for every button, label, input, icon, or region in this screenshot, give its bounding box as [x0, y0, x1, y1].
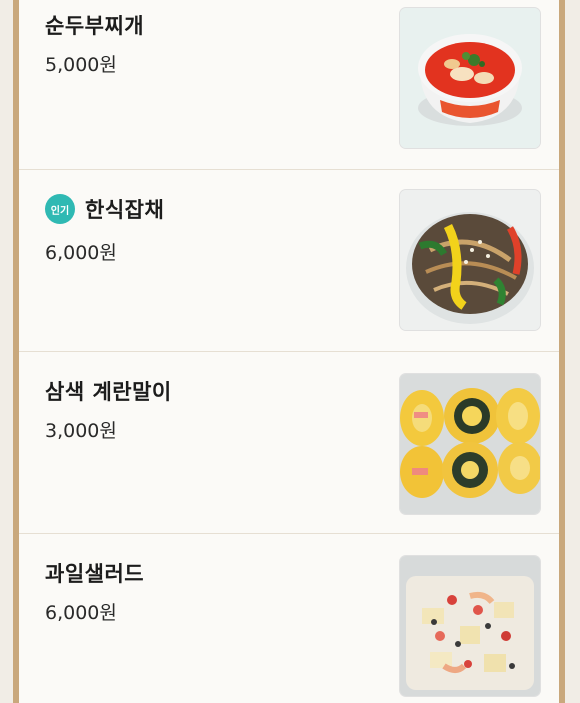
menu-item-price: 6,000원 [45, 602, 117, 624]
rolled-omelette-image [400, 374, 540, 514]
menu-item-name: 한식잡채 [85, 198, 165, 222]
menu-item-name: 삼색 계란말이 [45, 380, 172, 404]
menu-item-name: 순두부찌개 [45, 14, 145, 38]
menu-item-price: 6,000원 [45, 242, 117, 264]
menu-item-price: 3,000원 [45, 420, 117, 442]
japchae-image [400, 190, 540, 330]
menu-item-soft-tofu-stew[interactable]: 순두부찌개 5,000원 [19, 0, 559, 170]
menu-item-name: 과일샐러드 [45, 562, 145, 586]
fruit-salad-image [400, 556, 540, 696]
menu-item-fruit-salad[interactable]: 과일샐러드 6,000원 [19, 534, 559, 703]
menu-item-price: 5,000원 [45, 54, 117, 76]
menu-item-japchae[interactable]: 인기 한식잡채 6,000원 [19, 170, 559, 352]
soft-tofu-stew-image [400, 8, 540, 148]
menu-list: 순두부찌개 5,000원 인기 한식잡채 6,000원 삼색 계란말이 3,00… [19, 0, 559, 703]
menu-item-rolled-omelette[interactable]: 삼색 계란말이 3,000원 [19, 352, 559, 534]
popular-badge: 인기 [45, 194, 75, 224]
